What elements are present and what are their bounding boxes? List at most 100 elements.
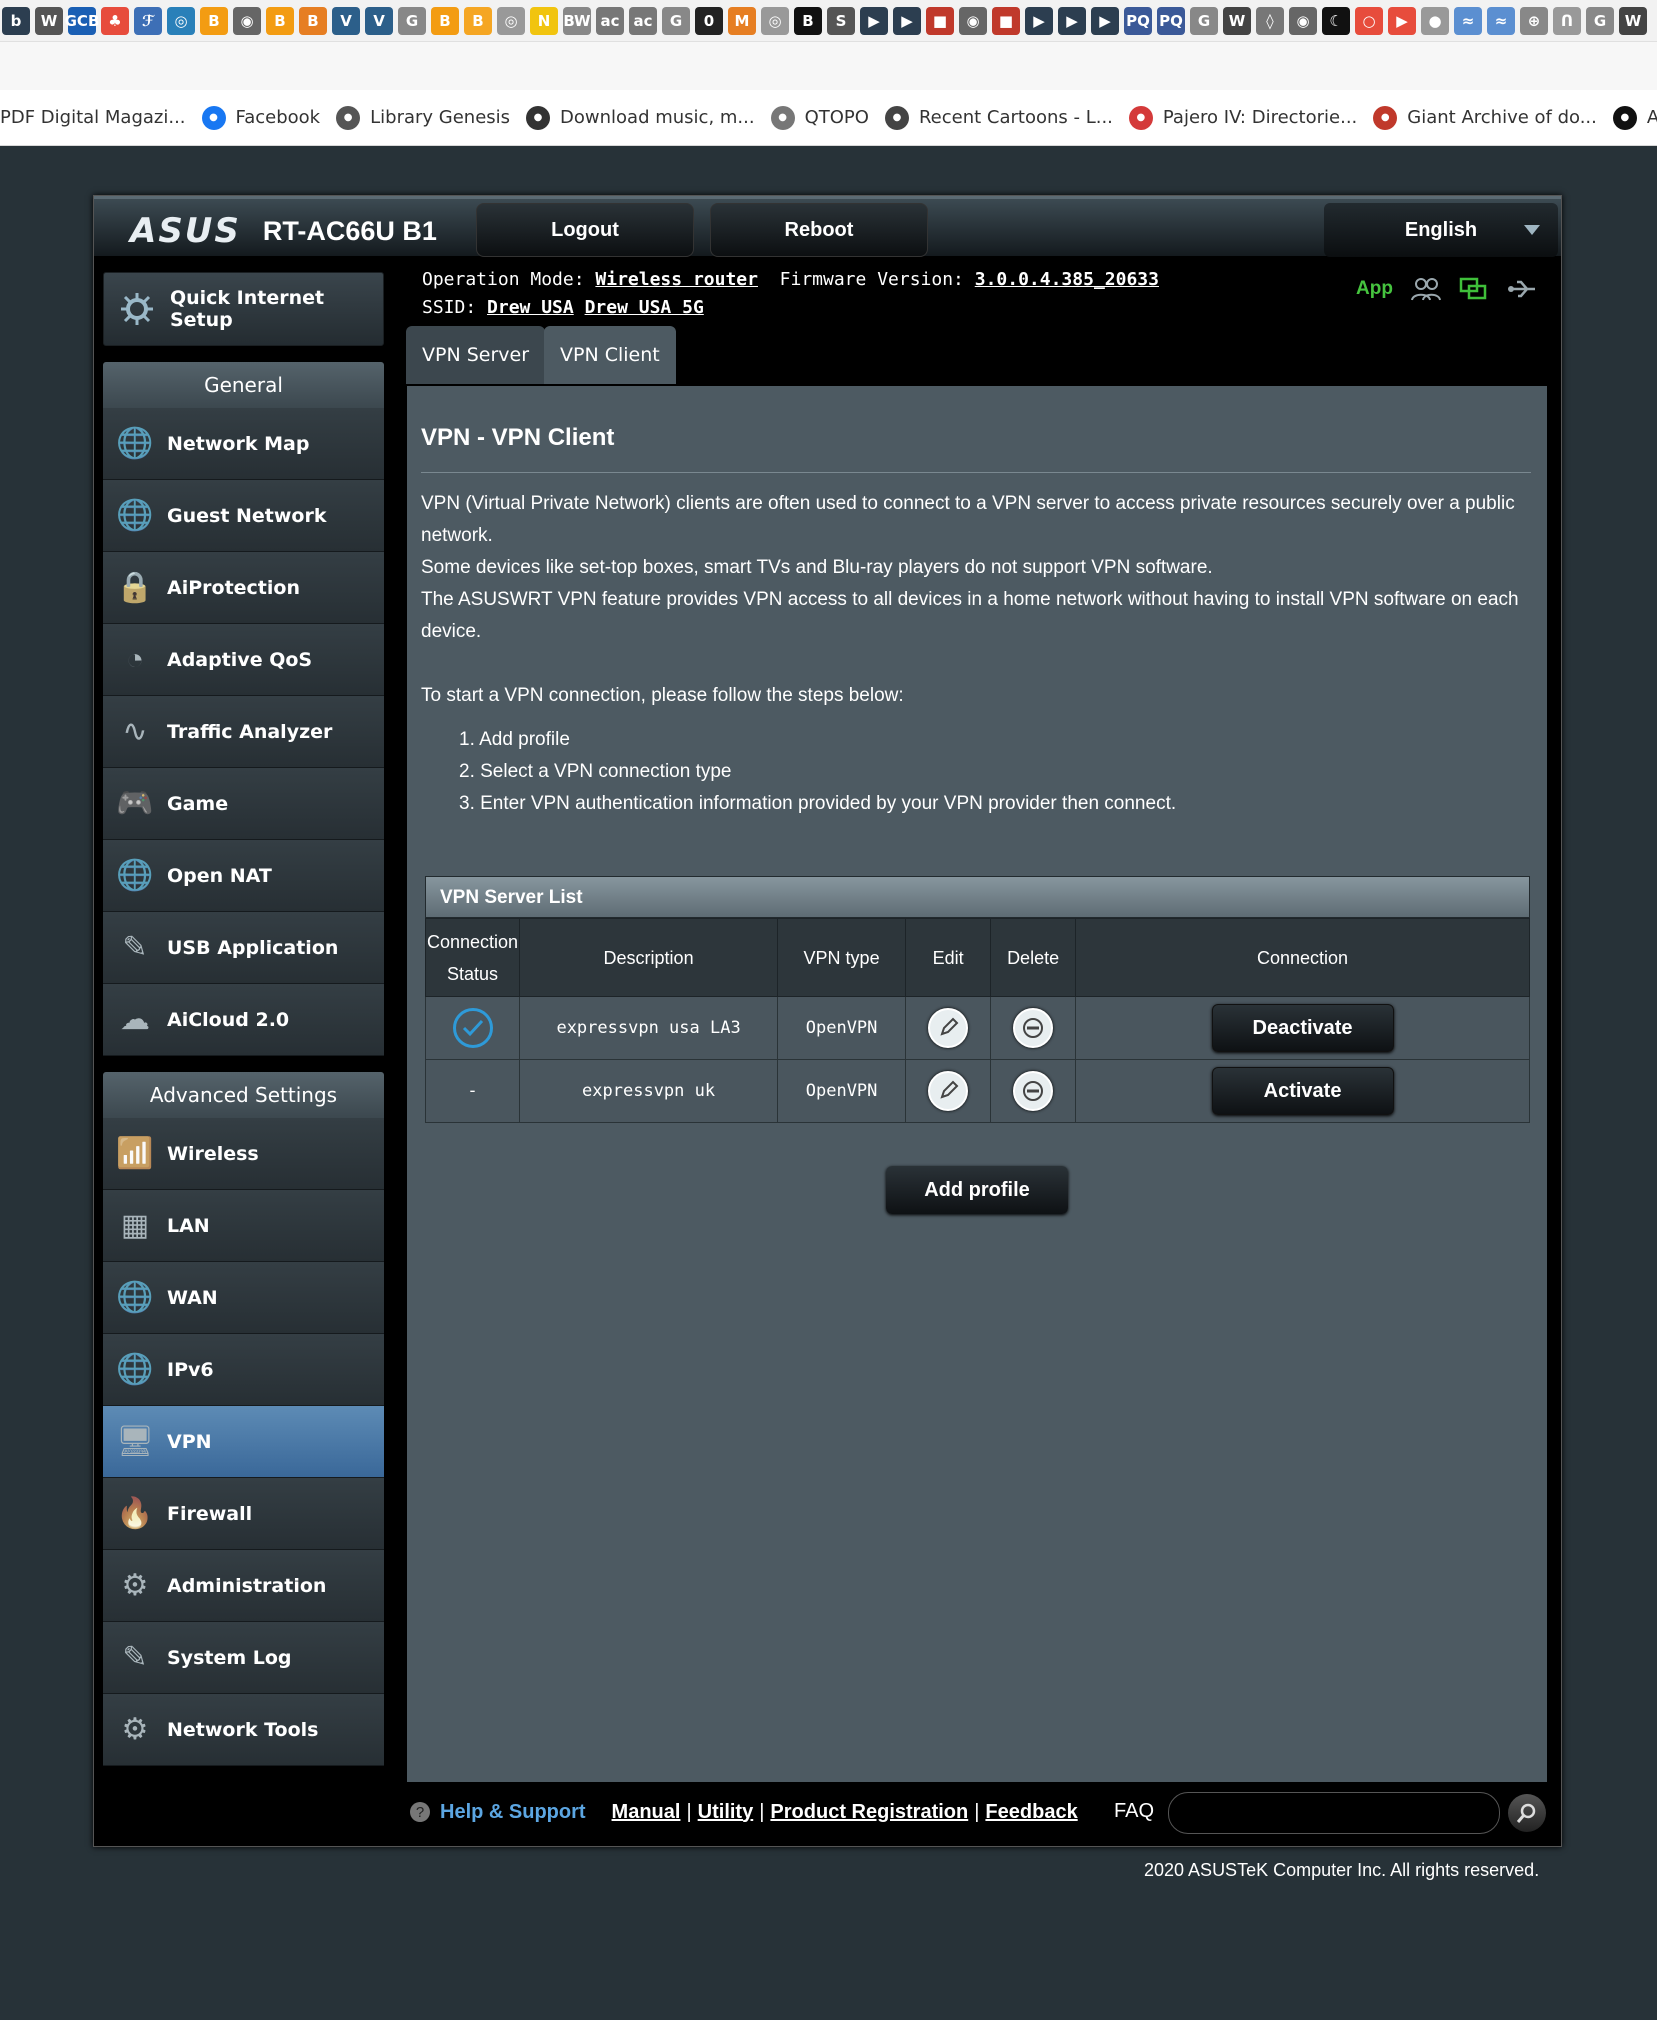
manual-link[interactable]: Manual (612, 1801, 681, 1824)
favicon-bookmark-icon[interactable]: ≈ (1454, 6, 1482, 35)
language-select[interactable]: English (1324, 203, 1558, 257)
bookmark-item[interactable]: ● Giant Archive of do... (1373, 105, 1613, 130)
favicon-bookmark-icon[interactable]: ⊕ (1520, 6, 1548, 35)
favicon-bookmark-icon[interactable]: ● (1421, 6, 1449, 35)
bookmark-item[interactable]: ●PDF Digital Magazi... (0, 107, 202, 128)
favicon-bookmark-icon[interactable]: ○ (1355, 6, 1383, 35)
edit-pencil-icon[interactable] (928, 1008, 969, 1048)
firmware-link[interactable]: 3.0.0.4.385_20633 (975, 269, 1159, 290)
faq-search-input[interactable] (1168, 1792, 1500, 1834)
favicon-bookmark-icon[interactable]: G (398, 6, 426, 35)
internet-status-icon[interactable] (1459, 276, 1489, 302)
favicon-bookmark-icon[interactable]: 0 (695, 6, 723, 35)
favicon-bookmark-icon[interactable]: ▶ (1025, 6, 1053, 35)
bookmark-item[interactable]: ● ADALI (1612, 105, 1657, 130)
favicon-bookmark-icon[interactable]: B (266, 6, 294, 35)
favicon-bookmark-icon[interactable]: GCB (65, 6, 99, 35)
favicon-bookmark-icon[interactable]: M (728, 6, 756, 35)
favicon-bookmark-icon[interactable]: ▶ (893, 6, 921, 35)
favicon-bookmark-icon[interactable]: N (530, 6, 558, 35)
favicon-bookmark-icon[interactable]: ▶ (1091, 6, 1119, 35)
favicon-bookmark-icon[interactable]: ᑎ (1553, 6, 1581, 35)
favicon-bookmark-icon[interactable]: W (35, 6, 63, 35)
favicon-bookmark-icon[interactable]: ac (629, 6, 657, 35)
bookmark-item[interactable]: ● Download music, m... (526, 105, 771, 130)
bookmark-item[interactable]: ● Library Genesis (336, 105, 526, 130)
favicon-bookmark-icon[interactable]: ◎ (761, 6, 789, 35)
ssid-link-2[interactable]: Drew USA 5G (585, 297, 704, 318)
edit-pencil-icon[interactable] (928, 1071, 969, 1111)
favicon-bookmark-icon[interactable]: ℱ (134, 6, 162, 35)
sidebar-item-firewall[interactable]: 🔥 Firewall (103, 1478, 384, 1550)
sidebar-item-aicloud-2-0[interactable]: ☁ AiCloud 2.0 (103, 984, 384, 1056)
favicon-bookmark-icon[interactable]: ■ (992, 6, 1020, 35)
usb-status-icon[interactable] (1507, 276, 1537, 302)
favicon-bookmark-icon[interactable]: V (332, 6, 360, 35)
favicon-bookmark-icon[interactable]: B (431, 6, 459, 35)
favicon-bookmark-icon[interactable]: b (2, 6, 30, 35)
favicon-bookmark-icon[interactable]: ■ (926, 6, 954, 35)
sidebar-item-open-nat[interactable]: 🌐 Open NAT (103, 840, 384, 912)
favicon-bookmark-icon[interactable]: G (662, 6, 690, 35)
favicon-bookmark-icon[interactable]: ☾ (1322, 6, 1350, 35)
product-registration-link[interactable]: Product Registration (770, 1801, 968, 1824)
bookmark-item[interactable]: ● Recent Cartoons - L... (884, 105, 1129, 130)
sidebar-item-network-tools[interactable]: ⚙ Network Tools (103, 1694, 384, 1766)
sidebar-item-network-map[interactable]: 🌐 Network Map (103, 408, 384, 480)
favicon-bookmark-icon[interactable]: ▶ (1058, 6, 1086, 35)
sidebar-item-wireless[interactable]: 📶 Wireless (103, 1118, 384, 1190)
sidebar-item-traffic-analyzer[interactable]: ∿ Traffic Analyzer (103, 696, 384, 768)
reboot-button[interactable]: Reboot (710, 203, 928, 257)
add-profile-button[interactable]: Add profile (886, 1166, 1068, 1214)
favicon-bookmark-icon[interactable]: ▶ (1388, 6, 1416, 35)
sidebar-item-game[interactable]: 🎮 Game (103, 768, 384, 840)
activate-button[interactable]: Activate (1211, 1067, 1394, 1115)
sidebar-item-system-log[interactable]: ✎ System Log (103, 1622, 384, 1694)
app-link[interactable]: App (1356, 278, 1393, 300)
sidebar-item-wan[interactable]: 🌐 WAN (103, 1262, 384, 1334)
clients-icon[interactable] (1410, 276, 1441, 302)
logout-button[interactable]: Logout (476, 203, 694, 257)
tab-vpn-server[interactable]: VPN Server (406, 326, 546, 384)
favicon-bookmark-icon[interactable]: ◊ (1256, 6, 1284, 35)
favicon-bookmark-icon[interactable]: S (827, 6, 855, 35)
sidebar-item-aiprotection[interactable]: 🔒 AiProtection (103, 552, 384, 624)
favicon-bookmark-icon[interactable]: ◎ (497, 6, 525, 35)
favicon-bookmark-icon[interactable]: ◉ (1289, 6, 1317, 35)
favicon-bookmark-icon[interactable]: ♣ (101, 6, 129, 35)
sidebar-item-usb-application[interactable]: ✎ USB Application (103, 912, 384, 984)
sidebar-item-adaptive-qos[interactable]: ◔ Adaptive QoS (103, 624, 384, 696)
favicon-bookmark-icon[interactable]: PQ (1157, 6, 1185, 35)
favicon-bookmark-icon[interactable]: ac (596, 6, 624, 35)
op-mode-link[interactable]: Wireless router (595, 269, 758, 290)
favicon-bookmark-icon[interactable]: ◎ (167, 6, 195, 35)
favicon-bookmark-icon[interactable]: W (1619, 6, 1647, 35)
ssid-link-1[interactable]: Drew USA (487, 297, 574, 318)
search-icon[interactable] (1508, 1794, 1546, 1832)
favicon-bookmark-icon[interactable]: B (299, 6, 327, 35)
favicon-bookmark-icon[interactable]: B (794, 6, 822, 35)
feedback-link[interactable]: Feedback (985, 1801, 1077, 1824)
sidebar-item-lan[interactable]: ▦ LAN (103, 1190, 384, 1262)
sidebar-item-administration[interactable]: ⚙ Administration (103, 1550, 384, 1622)
favicon-bookmark-icon[interactable]: V (365, 6, 393, 35)
bookmark-item[interactable]: ● Pajero IV: Directorie... (1128, 105, 1373, 130)
favicon-bookmark-icon[interactable]: G (1190, 6, 1218, 35)
favicon-bookmark-icon[interactable]: ≈ (1487, 6, 1515, 35)
bookmark-item[interactable]: ● Facebook (201, 105, 337, 130)
tab-vpn-client[interactable]: VPN Client (544, 326, 676, 384)
favicon-bookmark-icon[interactable]: W (1223, 6, 1251, 35)
favicon-bookmark-icon[interactable]: B (464, 6, 492, 35)
deactivate-button[interactable]: Deactivate (1211, 1004, 1394, 1052)
delete-minus-icon[interactable] (1013, 1008, 1054, 1048)
favicon-bookmark-icon[interactable]: ◉ (959, 6, 987, 35)
bookmark-item[interactable]: ● QTOPO (770, 105, 885, 130)
sidebar-item-vpn[interactable]: 🖥 VPN (103, 1406, 384, 1478)
sidebar-item-guest-network[interactable]: 🌐 Guest Network (103, 480, 384, 552)
quick-internet-setup[interactable]: Quick Internet Setup (103, 272, 384, 346)
help-support-link[interactable]: Help & Support (440, 1801, 586, 1824)
sidebar-item-ipv6[interactable]: 🌐 IPv6 (103, 1334, 384, 1406)
favicon-bookmark-icon[interactable]: BW (563, 6, 591, 35)
favicon-bookmark-icon[interactable]: B (200, 6, 228, 35)
utility-link[interactable]: Utility (698, 1801, 754, 1824)
